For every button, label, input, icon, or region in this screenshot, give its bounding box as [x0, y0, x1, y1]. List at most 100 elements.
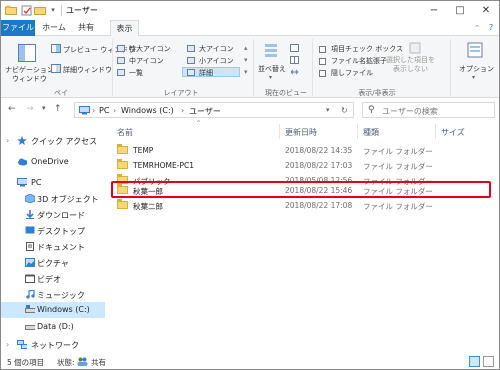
search-icon: ⚲	[368, 105, 375, 115]
maximize-button[interactable]: □	[447, 1, 473, 20]
column-header-type[interactable]: 種類	[363, 127, 379, 138]
hide-selected-button[interactable]: 選択した項目を 表示しない	[386, 56, 435, 74]
breadcrumb-pc[interactable]: PC	[99, 106, 109, 115]
minimize-button[interactable]: −	[421, 1, 447, 20]
navigation-pane: › クイック アクセス OneDrive PC 3D オブジェクト ダウンロード…	[1, 125, 105, 353]
tab-view[interactable]: 表示	[110, 20, 139, 37]
layout-small-icons[interactable]: 小アイコン	[199, 56, 234, 66]
options-dropdown-icon[interactable]: ▾	[472, 74, 475, 81]
file-row-temp[interactable]: TEMP 2018/08/22 14:35 ファイル フォルダー	[113, 143, 493, 158]
forward-arrow-icon[interactable]: →	[26, 104, 34, 114]
layout-list[interactable]: 一覧	[129, 68, 143, 78]
nav-item-pc[interactable]: PC	[1, 175, 105, 191]
layout-scroll-up-icon[interactable]: ▴	[244, 44, 248, 52]
size-columns-icon[interactable]	[290, 68, 299, 78]
navigation-pane-button[interactable]: ナビゲーション ウィンドウ	[5, 66, 54, 84]
shared-label: 共有	[91, 358, 106, 367]
nav-item-data-d[interactable]: Data (D:)	[1, 319, 105, 335]
column-header-size[interactable]: サイズ	[441, 127, 465, 138]
tab-home[interactable]: ホーム	[39, 20, 69, 36]
nav-item-onedrive[interactable]: OneDrive	[1, 154, 105, 170]
sort-dropdown-icon[interactable]: ▾	[269, 74, 272, 81]
column-divider[interactable]	[435, 124, 436, 139]
details-view-icon[interactable]	[469, 356, 480, 367]
drive-icon	[25, 325, 35, 330]
layout-large-icons[interactable]: 大アイコン	[199, 44, 234, 54]
nav-item-3d-objects[interactable]: 3D オブジェクト	[1, 191, 105, 207]
layout-medium-icons[interactable]: 中アイコン	[129, 56, 164, 66]
help-icon[interactable]: ?	[485, 20, 497, 36]
expand-icon[interactable]: ›	[6, 136, 9, 145]
large-icons-view-icon[interactable]	[483, 356, 494, 367]
nav-item-videos[interactable]: ビデオ	[1, 271, 105, 287]
breadcrumb-users[interactable]: ユーザー	[189, 106, 221, 117]
nav-item-documents[interactable]: ドキュメント	[1, 239, 105, 255]
expand-icon[interactable]: ›	[6, 340, 9, 349]
item-checkboxes-checkbox[interactable]	[319, 46, 326, 53]
title-bar: ▾ ユーザー − □ ✕	[1, 1, 499, 20]
nav-item-network[interactable]: › ネットワーク	[1, 337, 105, 353]
current-view-group-label: 現在のビュー	[265, 89, 307, 97]
highlight-box	[111, 181, 491, 198]
refresh-icon[interactable]: ↻	[341, 106, 348, 115]
column-header-date[interactable]: 更新日時	[285, 127, 317, 138]
recent-locations-icon[interactable]: ▾	[42, 104, 46, 112]
item-checkboxes-label: 項目チェック ボックス	[331, 45, 404, 53]
nav-item-quick-access[interactable]: › クイック アクセス	[1, 133, 105, 149]
breadcrumb-drive-c[interactable]: Windows (C:)	[121, 106, 174, 115]
options-icon	[467, 42, 483, 60]
sort-button[interactable]: 並べ替え	[258, 64, 286, 74]
properties-icon[interactable]	[20, 4, 32, 16]
extra-large-icons-icon	[117, 45, 125, 52]
details-pane-button[interactable]: 詳細ウィンドウ	[63, 65, 112, 75]
group-separator	[253, 39, 254, 96]
nav-item-music[interactable]: ミュージック	[1, 287, 105, 303]
layout-scroll-down-icon[interactable]: ▾	[244, 56, 248, 64]
close-button[interactable]: ✕	[473, 1, 499, 20]
new-folder-icon[interactable]	[34, 4, 46, 16]
drive-icon	[25, 305, 35, 313]
nav-item-pictures[interactable]: ピクチャ	[1, 255, 105, 271]
up-arrow-icon[interactable]: ↑	[54, 104, 62, 114]
preview-pane-icon	[51, 44, 61, 55]
download-icon	[26, 210, 34, 219]
group-by-icon[interactable]	[290, 44, 299, 54]
tab-file[interactable]: ファイル	[1, 20, 35, 36]
column-divider[interactable]	[357, 124, 358, 139]
add-columns-icon[interactable]	[290, 56, 299, 66]
hidden-files-checkbox[interactable]	[319, 70, 326, 77]
file-row-akiba-jiro[interactable]: 秋葉二郎 2018/08/22 17:08 ファイル フォルダー	[113, 198, 493, 213]
address-box[interactable]: › PC › Windows (C:) › ユーザー ▾ ↻	[74, 102, 354, 118]
group-separator	[312, 39, 313, 96]
nav-item-desktop[interactable]: デスクトップ	[1, 223, 105, 239]
layout-details[interactable]: 詳細	[199, 68, 213, 78]
address-bar-row: ← → ▾ ↑ › PC › Windows (C:) › ユーザー ▾ ↻ ⚲…	[1, 98, 499, 122]
music-icon	[26, 290, 35, 299]
pc-icon	[79, 106, 90, 117]
group-separator	[450, 39, 451, 96]
file-extensions-checkbox[interactable]	[319, 58, 326, 65]
picture-icon	[25, 258, 35, 267]
folder-icon	[117, 144, 128, 154]
layout-expand-icon[interactable]: ▾	[244, 68, 248, 76]
search-input[interactable]: ⚲ ユーザーの検索	[362, 102, 495, 118]
address-history-icon[interactable]: ▾	[326, 106, 330, 114]
customize-toolbar-icon[interactable]: ▾	[47, 4, 59, 16]
details-pane-icon	[51, 64, 61, 75]
options-button[interactable]: オプション	[459, 64, 494, 74]
back-arrow-icon[interactable]: ←	[8, 104, 16, 114]
ribbon-collapse-icon[interactable]: ⌃	[471, 20, 483, 36]
column-header-name[interactable]: 名前	[117, 127, 133, 138]
nav-item-downloads[interactable]: ダウンロード	[1, 207, 105, 223]
navigation-pane-icon	[18, 44, 36, 64]
nav-item-windows-c[interactable]: Windows (C:)	[1, 302, 105, 318]
column-divider[interactable]	[279, 124, 280, 139]
file-row-temrhome-pc1[interactable]: TEMRHOME-PC1 2018/08/22 17:03 ファイル フォルダー	[113, 158, 493, 173]
document-icon	[26, 242, 34, 251]
medium-icons-icon	[117, 57, 125, 64]
layout-extra-large-icons[interactable]: 特大アイコン	[129, 44, 171, 54]
tab-share[interactable]: 共有	[73, 20, 99, 36]
details-icon	[187, 69, 195, 76]
sort-icon	[264, 43, 278, 61]
title-separator	[61, 5, 62, 16]
